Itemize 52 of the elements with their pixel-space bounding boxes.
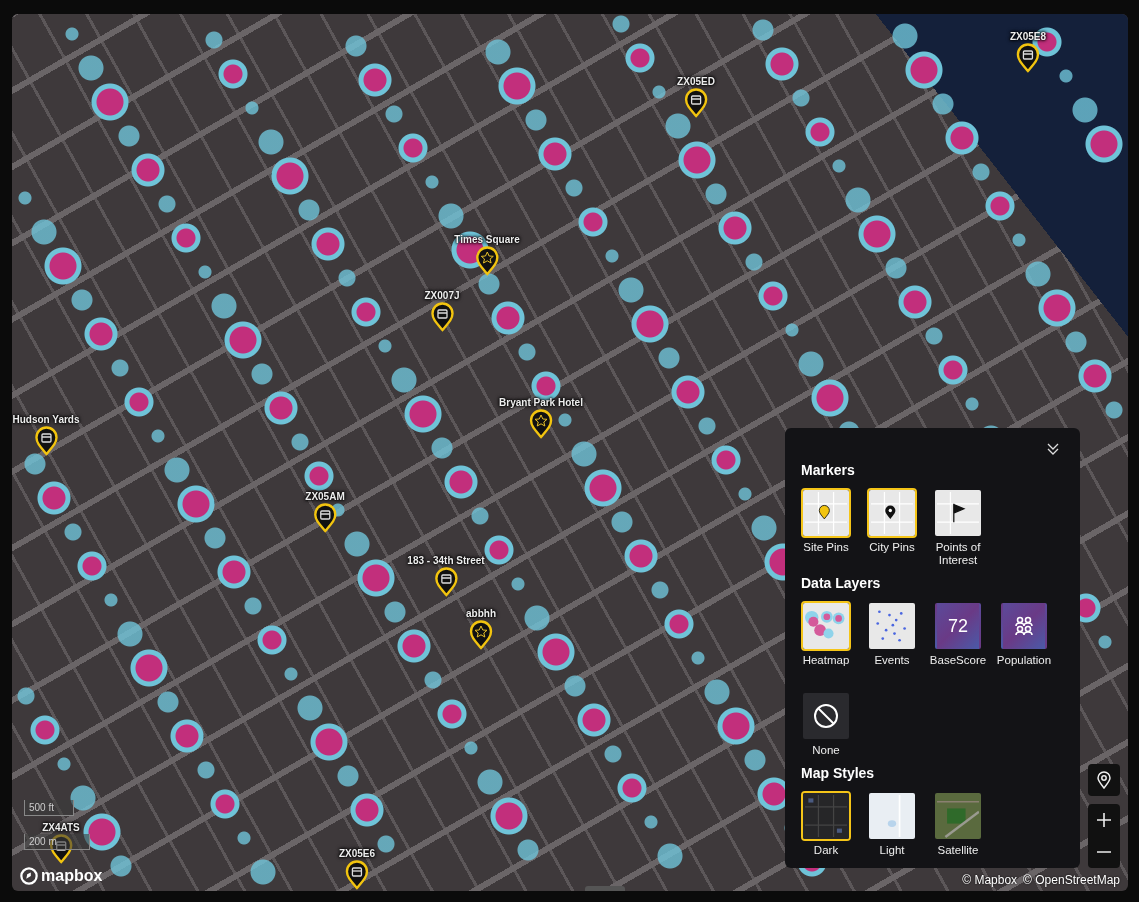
heatmap-thumbnail — [803, 603, 849, 649]
store-pin-icon[interactable] — [49, 834, 73, 864]
scale-bar: 200 m — [24, 834, 90, 850]
satellite-thumbnail — [935, 793, 981, 839]
people-icon — [1012, 614, 1036, 638]
section-title: Map Styles — [801, 765, 876, 781]
layer-option[interactable]: Satellite — [933, 791, 983, 857]
star-pin-icon[interactable] — [529, 409, 553, 439]
marker-label: ZX05ED — [677, 76, 715, 87]
marker-label: ZX007J — [424, 290, 460, 301]
marker-label: Hudson Yards — [12, 414, 80, 425]
store-pin-icon[interactable] — [430, 302, 454, 332]
store-pin-icon[interactable] — [434, 567, 458, 597]
store-pin-icon[interactable] — [345, 860, 369, 890]
map-thumbnail — [803, 793, 849, 839]
marker-label: ZX05E6 — [338, 848, 376, 859]
minus-icon — [1096, 851, 1112, 853]
layer-option[interactable]: Events — [867, 601, 917, 667]
marker-label: ZX4ATS — [42, 822, 80, 833]
events-thumbnail — [869, 603, 915, 649]
marker-label: 183 - 34th Street — [407, 555, 485, 566]
plus-icon — [1096, 812, 1112, 828]
store-pin-icon[interactable] — [313, 503, 337, 533]
layer-option[interactable]: None — [801, 691, 851, 757]
locate-button[interactable] — [1088, 764, 1120, 796]
section-title: Data Layers — [801, 575, 882, 591]
attribution-link[interactable]: © OpenStreetMap — [1023, 873, 1120, 887]
location-pin-icon — [1094, 770, 1114, 790]
layer-option[interactable]: Population — [999, 601, 1049, 667]
layer-option[interactable]: Points of Interest — [933, 488, 983, 567]
section-title: Markers — [801, 462, 856, 478]
map-thumbnail — [803, 490, 849, 536]
scale-bar: 500 ft — [24, 800, 74, 816]
store-pin-icon[interactable] — [34, 426, 58, 456]
star-pin-icon[interactable] — [469, 620, 493, 650]
marker-label: abbhh — [466, 608, 496, 619]
none-icon — [813, 703, 839, 729]
star-pin-icon[interactable] — [475, 246, 499, 276]
score-value: 72 — [948, 619, 968, 633]
logo-text[interactable]: mapbox — [41, 867, 103, 885]
marker-label: Bryant Park Hotel — [499, 397, 583, 408]
marker-label: ZX05AM — [305, 491, 345, 502]
map-thumbnail — [869, 490, 915, 536]
drag-handle[interactable] — [585, 886, 625, 891]
layer-option[interactable]: Light — [867, 791, 917, 857]
logo-icon — [20, 867, 38, 885]
map-thumbnail — [869, 793, 915, 839]
map-thumbnail — [935, 490, 981, 536]
double-chevron-down-icon — [1046, 442, 1060, 456]
store-pin-icon[interactable] — [684, 88, 708, 118]
store-pin-icon[interactable] — [1016, 43, 1040, 73]
attribution-link[interactable]: © Mapbox — [962, 873, 1018, 887]
